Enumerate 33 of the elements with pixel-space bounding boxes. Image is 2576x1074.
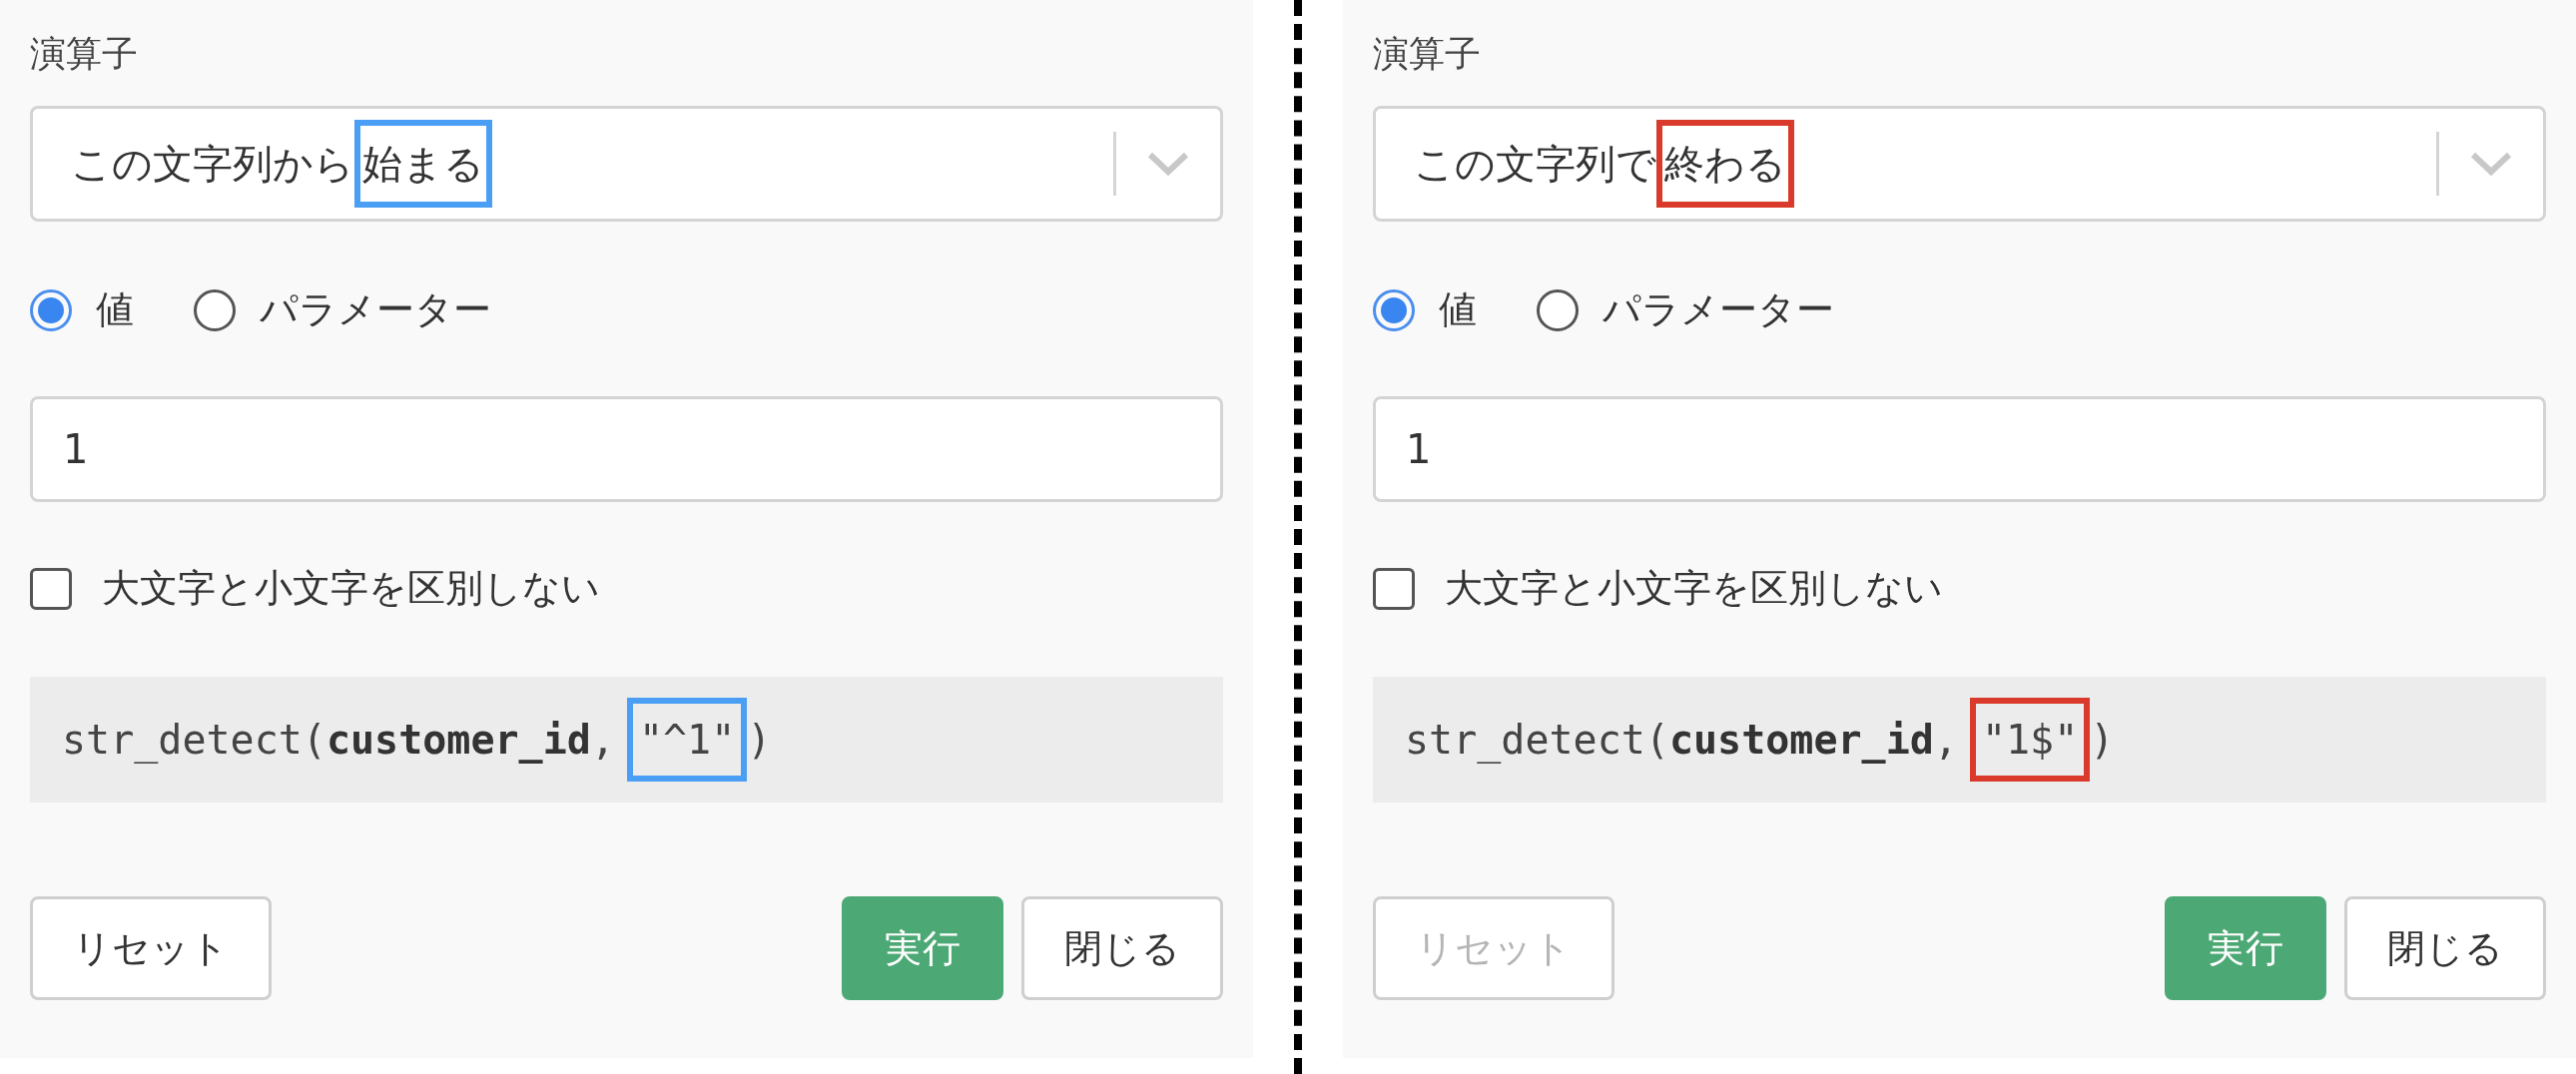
radio-button[interactable]	[30, 288, 72, 331]
code-text: str_detect(customer_id,	[1405, 716, 1958, 766]
chevron-down-icon	[1146, 150, 1190, 178]
select-value-text: この文字列から	[71, 140, 354, 189]
chevron-down-icon	[2469, 150, 2513, 178]
radio-option[interactable]: パラメーター	[1537, 281, 1834, 338]
highlight-frame: 終わる	[1656, 120, 1794, 208]
value-input[interactable]: 1	[1373, 396, 2546, 502]
checkbox[interactable]	[1373, 567, 1415, 610]
action-button[interactable]: 閉じる	[1021, 896, 1223, 1000]
checkbox-option[interactable]: 大文字と小文字を区別しない	[1373, 560, 2546, 617]
radio-option[interactable]: 値	[30, 281, 134, 338]
code-text: str_detect(customer_id,	[62, 716, 615, 766]
highlight-frame: 始まる	[354, 120, 492, 208]
action-button[interactable]: 閉じる	[2344, 896, 2546, 1000]
operator-select[interactable]: この文字列で 終わる	[1373, 106, 2546, 222]
radio-button[interactable]	[1537, 288, 1579, 331]
radio-button[interactable]	[194, 288, 236, 331]
checkbox-option[interactable]: 大文字と小文字を区別しない	[30, 560, 1223, 617]
radio-option[interactable]: パラメーター	[194, 281, 491, 338]
code-text: )	[747, 716, 772, 765]
radio-option[interactable]: 値	[1373, 281, 1477, 338]
value-input[interactable]: 1	[30, 396, 1223, 502]
field-label: 演算子	[1373, 32, 1482, 76]
action-button[interactable]: リセット	[30, 896, 272, 1000]
field-label: 演算子	[30, 32, 139, 76]
highlight-frame: "1$"	[1969, 698, 2091, 782]
radio-button[interactable]	[1373, 288, 1415, 331]
select-value-text: この文字列で	[1414, 140, 1656, 189]
checkbox[interactable]	[30, 567, 72, 610]
operator-select[interactable]: この文字列から 始まる	[30, 106, 1223, 222]
code-text: )	[2090, 716, 2115, 765]
highlight-frame: "^1"	[626, 698, 748, 782]
